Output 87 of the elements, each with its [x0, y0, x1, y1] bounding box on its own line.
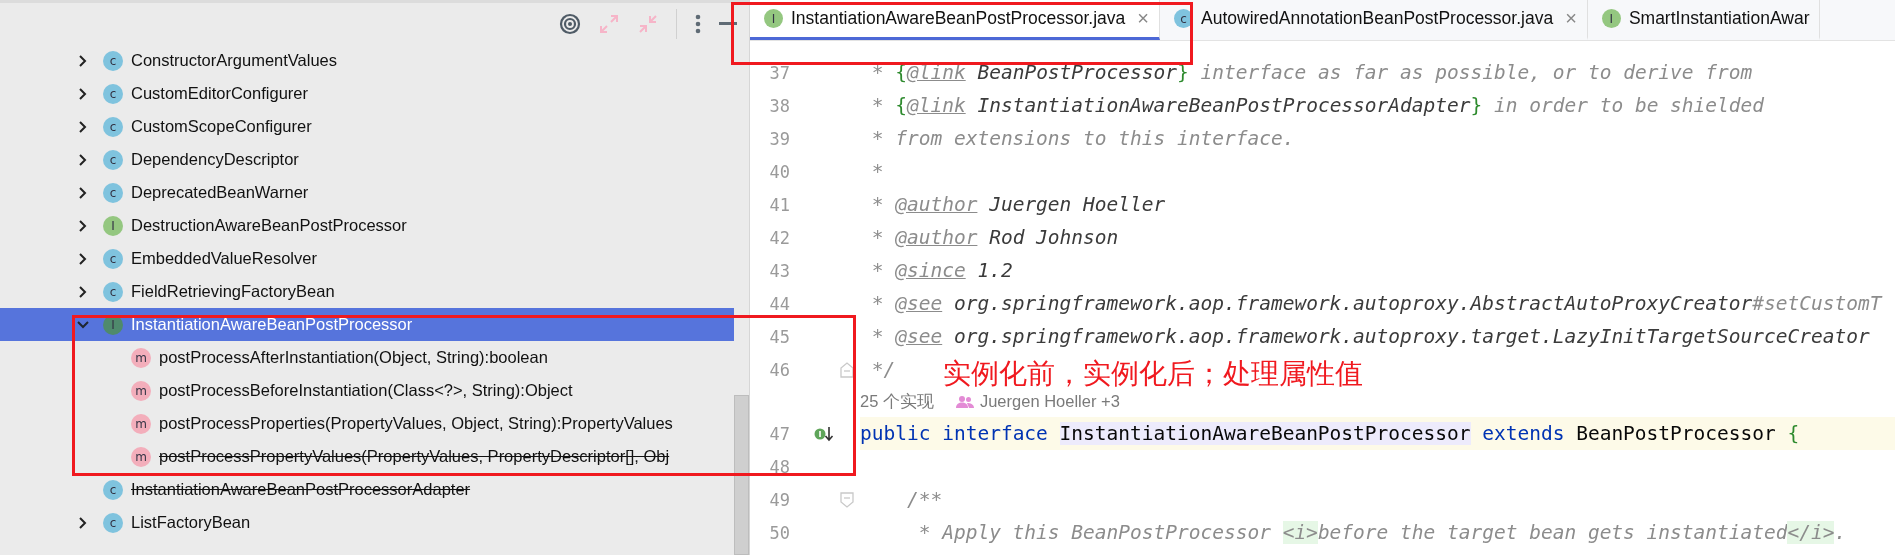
tree-item[interactable]: m postProcessProperties(PropertyValues, Object, String):PropertyValues: [0, 407, 734, 440]
line-number: 47: [768, 423, 790, 444]
line-number: 50: [768, 522, 790, 543]
tree-item-label: CustomScopeConfigurer: [131, 117, 312, 136]
code-line: *: [870, 159, 884, 185]
tree-item[interactable]: m postProcessBeforeInstantiation(Class<?>, String):Object: [0, 374, 734, 407]
editor-tab[interactable]: I SmartInstantiationAwar: [1587, 0, 1821, 40]
editor-tab[interactable]: I InstantiationAwareBeanPostProcessor.java ×: [750, 0, 1160, 40]
tree-item[interactable]: c DeprecatedBeanWarner: [0, 176, 734, 209]
annotation-note: 实例化前，实例化后；处理属性值: [943, 356, 1363, 392]
tree-item-label: postProcessPropertyValues(PropertyValues, PropertyDescriptor[], Obj: [159, 447, 670, 466]
tree-item-label: CustomEditorConfigurer: [131, 84, 308, 103]
people-icon: [955, 394, 974, 409]
code-line: */: [870, 357, 896, 383]
more-options-icon[interactable]: [694, 12, 702, 35]
tree-item-label: postProcessAfterInstantiation(Object, String):boolean: [159, 348, 548, 367]
tab-label: AutowiredAnnotationBeanPostProcessor.java: [1201, 8, 1554, 29]
code-line: * @see org.springframework.aop.framework.autoproxy.AbstractAutoProxyCreator#setCustomT: [870, 291, 1882, 317]
class-icon: c: [103, 512, 123, 533]
tree-item-label: EmbeddedValueResolver: [131, 249, 317, 268]
tree-item-label: FieldRetrievingFactoryBean: [131, 282, 335, 301]
tree-item-label: DependencyDescriptor: [131, 150, 299, 169]
class-icon: c: [103, 182, 123, 203]
class-icon: c: [103, 479, 123, 500]
class-icon: c: [103, 116, 123, 137]
class-icon: c: [103, 281, 123, 302]
line-number: 48: [768, 456, 790, 477]
tree-item-label: postProcessBeforeInstantiation(Class<?>, String):Object: [159, 381, 573, 400]
code-line: * @author Rod Johnson: [870, 225, 1119, 251]
tree-item-label: DeprecatedBeanWarner: [131, 183, 309, 202]
interface-icon: I: [764, 9, 783, 28]
code-line: * Apply this BeanPostProcessor <i>before the target bean gets instantiated</i>.: [917, 520, 1847, 546]
tree-item-label: DestructionAwareBeanPostProcessor: [131, 216, 407, 235]
line-number: 45: [768, 326, 790, 347]
class-icon: c: [103, 149, 123, 170]
tree-item-label: InstantiationAwareBeanPostProcessorAdapter: [131, 480, 471, 499]
code-line: /**: [905, 487, 943, 513]
tree-item[interactable]: c InstantiationAwareBeanPostProcessorAdapter: [0, 473, 734, 506]
fold-start-icon[interactable]: [840, 491, 854, 508]
line-number: 38: [768, 95, 790, 116]
tree-item[interactable]: I DestructionAwareBeanPostProcessor: [0, 209, 734, 242]
scrollbar-thumb[interactable]: [734, 395, 749, 555]
tab-label: InstantiationAwareBeanPostProcessor.java: [791, 8, 1126, 29]
method-icon: m: [131, 380, 151, 401]
tree-item[interactable]: c ListFactoryBean: [0, 506, 734, 539]
hide-icon[interactable]: [719, 20, 737, 27]
line-number: 37: [768, 62, 790, 83]
tab-label: SmartInstantiationAwar: [1628, 8, 1810, 29]
method-icon: m: [131, 446, 151, 467]
line-number: 39: [768, 128, 790, 149]
class-icon: c: [103, 248, 123, 269]
line-number: 49: [768, 489, 790, 510]
class-icon: c: [103, 83, 123, 104]
target-icon[interactable]: [559, 12, 581, 35]
tree-item[interactable]: c CustomScopeConfigurer: [0, 110, 734, 143]
editor-tab[interactable]: c AutowiredAnnotationBeanPostProcessor.java ×: [1160, 0, 1588, 40]
code-line: * @see org.springframework.aop.framework.autoproxy.target.LazyInitTargetSourceCreator: [870, 324, 1870, 350]
interface-icon: I: [1601, 9, 1621, 28]
fold-end-icon[interactable]: [840, 361, 854, 378]
tree-item[interactable]: m postProcessAfterInstantiation(Object, String):boolean: [0, 341, 734, 374]
line-number: 42: [768, 227, 790, 248]
tree-item[interactable]: c ConstructorArgumentValues: [0, 44, 734, 77]
tree-item-label: postProcessProperties(PropertyValues, Object, String):PropertyValues: [159, 414, 673, 433]
line-number: 41: [768, 194, 790, 215]
code-line: * @author Juergen Hoeller: [870, 192, 1166, 218]
usages-hint[interactable]: 25 个实现: [860, 390, 934, 413]
tree-item-label: ConstructorArgumentValues: [131, 51, 338, 70]
line-number: 43: [768, 260, 790, 281]
close-icon[interactable]: ×: [1137, 7, 1149, 30]
tree-item[interactable]: c DependencyDescriptor: [0, 143, 734, 176]
method-icon: m: [131, 413, 151, 434]
tree-item-label: InstantiationAwareBeanPostProcessor: [131, 315, 413, 334]
method-icon: m: [131, 347, 151, 368]
tree-item[interactable]: c FieldRetrievingFactoryBean: [0, 275, 734, 308]
code-line: * {@link InstantiationAwareBeanPostProcessorAdapter} in order to be shielded: [870, 93, 1765, 119]
line-number: 44: [768, 293, 790, 314]
line-number: 40: [768, 161, 790, 182]
tree-item-label: ListFactoryBean: [131, 513, 251, 532]
tree-item[interactable]: m postProcessPropertyValues(PropertyValues, PropertyDescriptor[], Obj: [0, 440, 734, 473]
line-number: 46: [768, 359, 790, 380]
interface-icon: I: [103, 215, 123, 236]
code-line: * @since 1.2: [870, 258, 1013, 284]
tree-item[interactable]: c CustomEditorConfigurer: [0, 77, 734, 110]
class-icon: c: [103, 50, 123, 71]
tree-item[interactable]: c EmbeddedValueResolver: [0, 242, 734, 275]
author-hint[interactable]: Juergen Hoeller +3: [979, 392, 1120, 411]
code-line: * from extensions to this interface.: [870, 126, 1295, 152]
